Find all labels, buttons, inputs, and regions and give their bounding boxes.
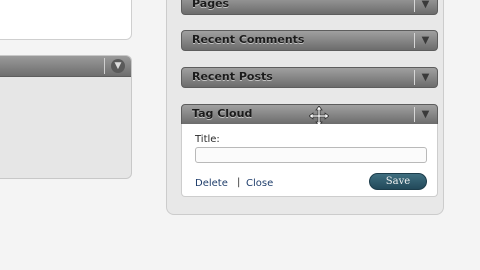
widget-separator [414,33,415,48]
link-separator: | [237,177,241,188]
widget-title: Tag Cloud [192,107,253,120]
widget-separator [414,107,415,122]
widget-title: Pages [192,0,230,10]
widget-separator [414,0,415,12]
widget-title: Recent Comments [192,33,305,46]
widget-pages-header[interactable]: Pages ▼ [181,0,438,15]
title-input[interactable] [195,147,427,163]
left-panel-card [0,0,132,40]
chevron-up-icon[interactable]: ▼ [418,107,433,122]
left-widget-header[interactable]: ▼ [0,56,131,77]
delete-link[interactable]: Delete [195,178,228,189]
widget-recent-posts-header[interactable]: Recent Posts ▼ [181,67,438,88]
widget-separator [414,70,415,85]
chevron-down-icon[interactable]: ▼ [418,70,433,85]
title-label: Title: [195,134,220,145]
widgets-admin-screen: ▼ Pages ▼ Recent Comments ▼ Recent Posts… [0,0,480,270]
close-link[interactable]: Close [246,178,273,189]
chevron-down-icon[interactable]: ▼ [418,33,433,48]
widget-title: Recent Posts [192,70,273,83]
chevron-down-icon[interactable]: ▼ [111,59,125,73]
left-widget: ▼ [0,55,132,179]
chevron-down-icon[interactable]: ▼ [418,0,433,12]
save-button[interactable]: Save [369,173,427,190]
widget-recent-comments-header[interactable]: Recent Comments ▼ [181,30,438,51]
move-icon[interactable] [309,106,329,126]
left-widget-separator [104,58,105,74]
